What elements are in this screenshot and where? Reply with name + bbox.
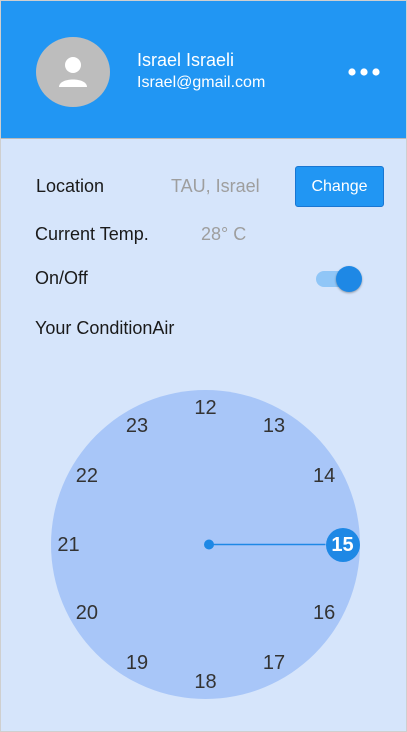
profile-header: Israel Israeli Israel@gmail.com xyxy=(1,1,406,139)
hour-21[interactable]: 21 xyxy=(52,532,86,558)
toggle-thumb[interactable] xyxy=(336,266,362,292)
power-label: On/Off xyxy=(35,268,88,288)
power-toggle[interactable] xyxy=(316,265,362,293)
location-label: Location xyxy=(36,176,105,196)
hour-12[interactable]: 12 xyxy=(189,395,223,421)
location-value: TAU, Israel xyxy=(171,176,260,196)
avatar xyxy=(36,37,110,107)
app-screen: Israel Israeli Israel@gmail.com Location… xyxy=(0,0,407,732)
change-location-button[interactable]: Change xyxy=(295,166,384,207)
person-icon xyxy=(59,57,87,87)
hour-23[interactable]: 23 xyxy=(120,413,154,439)
hour-dial[interactable]: 12 13 14 15 16 17 18 19 20 21 22 23 xyxy=(51,390,360,699)
hour-20[interactable]: 20 xyxy=(70,600,104,626)
hour-13[interactable]: 13 xyxy=(257,413,291,439)
hour-22[interactable]: 22 xyxy=(70,463,104,489)
condition-label: Your ConditionAir xyxy=(35,318,175,338)
temperature-label: Current Temp. xyxy=(35,224,149,244)
hour-19[interactable]: 19 xyxy=(120,650,154,676)
user-email: Israel@gmail.com xyxy=(137,74,266,91)
more-horiz-icon[interactable] xyxy=(345,63,385,81)
hour-16[interactable]: 16 xyxy=(307,600,341,626)
hour-18[interactable]: 18 xyxy=(189,669,223,695)
dial-hand xyxy=(204,539,326,550)
user-name: Israel Israeli xyxy=(137,50,235,70)
hour-14[interactable]: 14 xyxy=(307,463,341,489)
temperature-value: 28° C xyxy=(201,224,247,244)
hour-17[interactable]: 17 xyxy=(257,650,291,676)
hour-selected[interactable]: 15 xyxy=(325,527,360,562)
